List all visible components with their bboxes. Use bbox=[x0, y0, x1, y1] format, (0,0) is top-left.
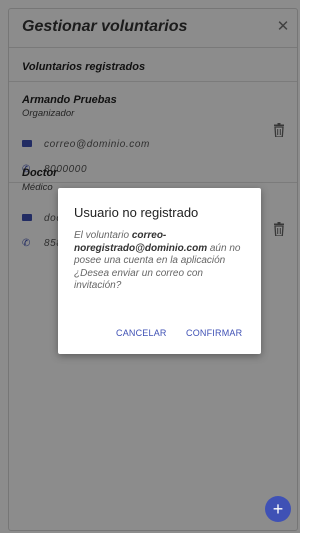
dialog-title: Usuario no registrado bbox=[74, 205, 199, 220]
confirm-button[interactable]: CONFIRMAR bbox=[186, 328, 242, 338]
dialog-message: El voluntario correo-noregistrado@domini… bbox=[74, 230, 250, 293]
dialog-message-prefix: El voluntario bbox=[74, 230, 132, 241]
app-frame: Gestionar voluntarios ✕ Voluntarios regi… bbox=[0, 0, 300, 533]
add-volunteer-button[interactable]: + bbox=[265, 496, 291, 522]
cancel-button[interactable]: CANCELAR bbox=[116, 328, 167, 338]
unregistered-user-dialog: Usuario no registrado El voluntario corr… bbox=[58, 188, 261, 354]
